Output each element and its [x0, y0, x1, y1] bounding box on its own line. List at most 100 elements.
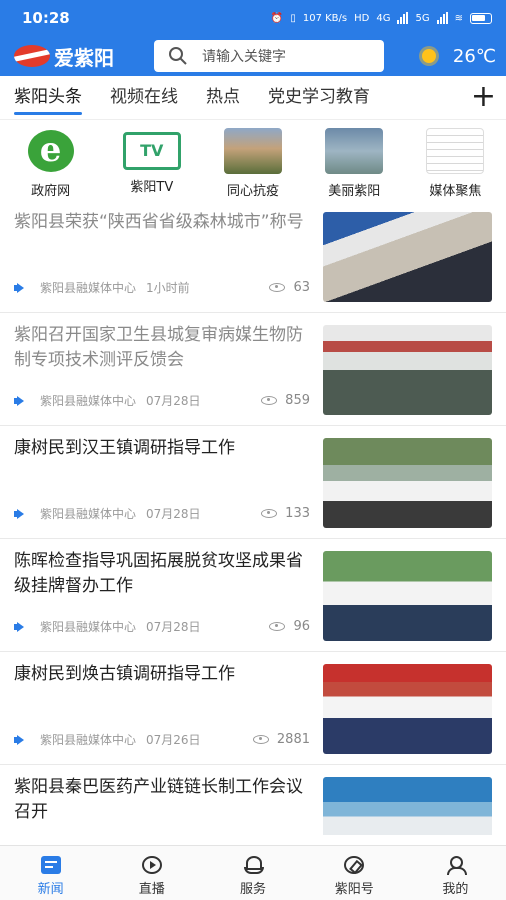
shortcut-grid: e 政府网 TV 紫阳TV 同心抗疫 美丽紫阳 媒体聚焦 — [0, 122, 506, 200]
shortcut-anti-epidemic[interactable]: 同心抗疫 — [202, 122, 303, 200]
newspaper-thumbnail — [426, 128, 485, 174]
news-time: 07月28日 — [146, 507, 201, 521]
battery-icon — [470, 12, 492, 24]
news-time: 07月26日 — [146, 733, 201, 747]
play-icon — [141, 856, 162, 874]
nav-label: 新闻 — [37, 882, 64, 897]
nav-label: 直播 — [138, 882, 165, 897]
news-source: 紫阳县融媒体中心 — [40, 394, 137, 408]
eye-icon — [261, 509, 278, 518]
news-time: 07月28日 — [146, 620, 201, 634]
tab-headline[interactable]: 紫阳头条 — [14, 76, 82, 120]
tv-icon: TV — [122, 132, 181, 170]
network-type: 4G — [376, 12, 391, 24]
net-speed: 107 KB/s — [302, 12, 348, 24]
nav-services[interactable]: 服务 — [202, 846, 303, 900]
speaker-icon[interactable] — [14, 282, 28, 293]
photo-thumbnail — [224, 128, 282, 174]
signal-icon-2 — [436, 12, 448, 24]
news-title: 陈晖检查指导巩固拓展脱贫攻坚成果省级挂牌督办工作 — [14, 551, 303, 596]
speaker-icon[interactable] — [14, 734, 28, 745]
ie-browser-icon: e — [22, 128, 80, 174]
heart-hands-icon — [243, 856, 264, 874]
category-tabs: 紫阳头条 视频在线 热点 党史学习教育 + — [0, 76, 506, 120]
news-title: 紫阳召开国家卫生县城复审病媒生物防制专项技术测评反馈会 — [14, 325, 303, 370]
search-placeholder: 请输入关键字 — [202, 49, 286, 65]
eye-icon — [269, 283, 286, 292]
view-count: 2881 — [252, 732, 310, 747]
news-icon — [40, 856, 61, 874]
speaker-icon[interactable] — [14, 395, 28, 406]
network-type-2: 5G — [415, 12, 430, 24]
eye-icon — [261, 396, 278, 405]
news-meta: 紫阳县融媒体中心 1小时前 63 — [14, 279, 310, 296]
bottom-nav: 新闻 直播 服务 紫阳号 我的 — [0, 845, 506, 900]
photo-thumbnail — [325, 128, 384, 174]
nav-me[interactable]: 我的 — [405, 846, 506, 900]
nav-label: 我的 — [442, 882, 469, 897]
news-time: 07月28日 — [146, 394, 201, 408]
tab-video[interactable]: 视频在线 — [110, 76, 178, 120]
shortcut-label: 美丽紫阳 — [328, 184, 381, 199]
add-channel-icon[interactable]: + — [471, 82, 496, 112]
news-title: 康树民到汉王镇调研指导工作 — [14, 438, 235, 458]
news-item[interactable]: 陈晖检查指导巩固拓展脱贫攻坚成果省级挂牌督办工作 紫阳县融媒体中心 07月28日… — [0, 539, 506, 652]
shortcut-label: 政府网 — [31, 184, 71, 199]
news-item[interactable]: 康树民到汉王镇调研指导工作 紫阳县融媒体中心 07月28日 133 — [0, 426, 506, 539]
status-icons: ⏰ ▯ 107 KB/s HD 4G 5G ≋ — [271, 12, 492, 24]
nav-news[interactable]: 新闻 — [0, 846, 101, 900]
news-thumbnail — [323, 777, 492, 835]
search-input[interactable]: 请输入关键字 — [154, 40, 384, 72]
shortcut-beautiful-ziyang[interactable]: 美丽紫阳 — [304, 122, 405, 200]
news-meta: 紫阳县融媒体中心 07月28日 859 — [14, 392, 310, 409]
shortcut-label: 紫阳TV — [130, 180, 174, 195]
news-meta: 紫阳县融媒体中心 07月28日 133 — [14, 505, 310, 522]
shortcut-label: 媒体聚焦 — [429, 184, 482, 199]
view-count: 96 — [269, 619, 310, 634]
news-source: 紫阳县融媒体中心 — [40, 281, 137, 295]
wifi-icon: ≋ — [454, 12, 463, 24]
shortcut-media-focus[interactable]: 媒体聚焦 — [405, 122, 506, 200]
news-meta: 紫阳县融媒体中心 07月26日 2881 — [14, 731, 310, 748]
news-list: 紫阳县荣获“陕西省省级森林城市”称号 紫阳县融媒体中心 1小时前 63 紫阳召开… — [0, 200, 506, 835]
shortcut-gov-site[interactable]: e 政府网 — [0, 122, 101, 200]
vibrate-icon: ▯ — [290, 12, 296, 24]
news-thumbnail — [323, 212, 492, 302]
status-bar: 10:28 ⏰ ▯ 107 KB/s HD 4G 5G ≋ — [0, 0, 506, 36]
news-title: 紫阳县秦巴医药产业链链长制工作会议召开 — [14, 777, 303, 822]
news-item[interactable]: 康树民到焕古镇调研指导工作 紫阳县融媒体中心 07月26日 2881 — [0, 652, 506, 765]
status-time: 10:28 — [22, 9, 70, 27]
news-item[interactable]: 紫阳县秦巴医药产业链链长制工作会议召开 — [0, 765, 506, 835]
news-source: 紫阳县融媒体中心 — [40, 620, 137, 634]
weather-widget[interactable]: 26℃ — [415, 42, 496, 70]
app-logo[interactable]: 爱紫阳 — [14, 42, 154, 71]
view-count: 63 — [269, 280, 310, 295]
tab-party-history[interactable]: 党史学习教育 — [268, 76, 370, 120]
nav-live[interactable]: 直播 — [101, 846, 202, 900]
eye-icon — [252, 735, 269, 744]
nav-ziyang-account[interactable]: 紫阳号 — [304, 846, 405, 900]
news-thumbnail — [323, 438, 492, 528]
news-thumbnail — [323, 325, 492, 415]
view-count: 133 — [261, 506, 310, 521]
news-item[interactable]: 紫阳县荣获“陕西省省级森林城市”称号 紫阳县融媒体中心 1小时前 63 — [0, 200, 506, 313]
nav-label: 紫阳号 — [334, 882, 374, 897]
user-icon — [445, 856, 468, 875]
hd-badge: HD — [354, 12, 370, 24]
app-header: 爱紫阳 请输入关键字 26℃ — [0, 36, 506, 76]
compass-icon — [344, 856, 365, 874]
view-count: 859 — [261, 393, 310, 408]
logo-icon — [14, 45, 50, 67]
news-source: 紫阳县融媒体中心 — [40, 733, 137, 747]
news-item[interactable]: 紫阳召开国家卫生县城复审病媒生物防制专项技术测评反馈会 紫阳县融媒体中心 07月… — [0, 313, 506, 426]
shortcut-ziyang-tv[interactable]: TV 紫阳TV — [101, 122, 202, 200]
speaker-icon[interactable] — [14, 508, 28, 519]
news-thumbnail — [323, 664, 492, 754]
news-thumbnail — [323, 551, 492, 641]
search-icon — [169, 47, 187, 65]
news-title: 紫阳县荣获“陕西省省级森林城市”称号 — [14, 212, 304, 232]
tab-hot[interactable]: 热点 — [206, 76, 240, 120]
app-name: 爱紫阳 — [54, 45, 114, 70]
speaker-icon[interactable] — [14, 621, 28, 632]
news-meta: 紫阳县融媒体中心 07月28日 96 — [14, 618, 310, 635]
